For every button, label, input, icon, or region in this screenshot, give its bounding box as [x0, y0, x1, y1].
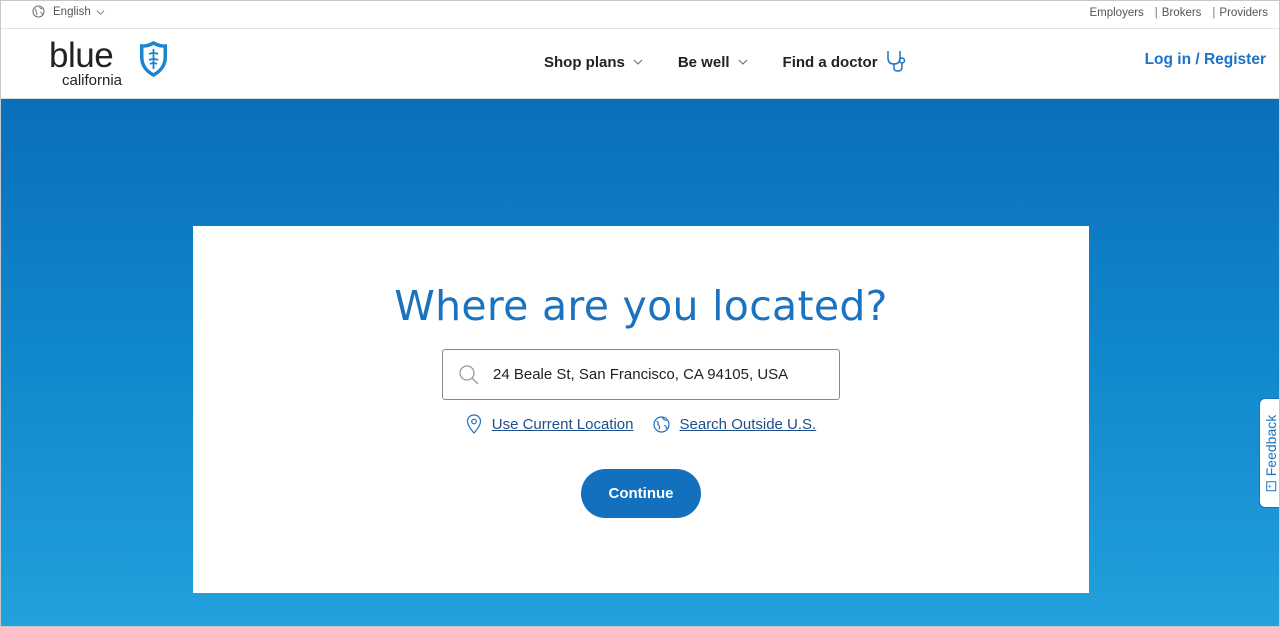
nav-be-well[interactable]: Be well [678, 54, 748, 71]
nav-shop-plans[interactable]: Shop plans [544, 54, 643, 71]
search-outside-us-link[interactable]: Search Outside U.S. [652, 414, 817, 434]
hero-banner: Where are you located? Use Current Locat… [0, 99, 1280, 627]
blue-shield-california-logo[interactable]: blue california [49, 36, 174, 91]
main-nav: Shop plans Be well Find a doctor [544, 51, 908, 73]
divider: | [1154, 7, 1158, 19]
chevron-down-icon [738, 59, 747, 65]
feedback-tab[interactable]: + Feedback [1259, 398, 1280, 508]
main-header: blue california Shop plans Be well Find … [0, 29, 1280, 99]
chevron-down-icon [633, 59, 643, 65]
employers-link[interactable]: Employers [1089, 7, 1143, 19]
brokers-link[interactable]: Brokers [1162, 7, 1202, 19]
feedback-label: Feedback [1263, 414, 1280, 477]
use-current-location-link[interactable]: Use Current Location [466, 414, 634, 434]
link-label: Use Current Location [491, 415, 634, 433]
language-label: English [53, 5, 91, 18]
location-heading: Where are you located? [394, 282, 888, 330]
map-pin-icon [466, 414, 481, 434]
location-options: Use Current Location Search Outside U.S. [193, 414, 1089, 434]
stethoscope-icon [886, 51, 905, 72]
feedback-icon: + [1266, 481, 1277, 492]
globe-icon [32, 5, 45, 18]
nav-find-a-doctor[interactable]: Find a doctor [783, 51, 908, 73]
logo-subword: california [62, 72, 123, 89]
shield-logo-icon [140, 41, 167, 77]
nav-label: Find a doctor [782, 53, 878, 71]
audience-links: Employers | Brokers | Providers [1089, 7, 1268, 19]
feedback-content: + Feedback [1263, 414, 1280, 492]
search-icon [459, 364, 479, 384]
chevron-down-icon [96, 9, 105, 15]
location-search-input[interactable] [493, 366, 813, 383]
location-search-box[interactable] [442, 349, 840, 400]
logo-word: blue [49, 36, 114, 75]
language-selector[interactable]: English [32, 5, 105, 18]
link-label: Search Outside U.S. [679, 415, 817, 433]
divider: | [1212, 7, 1216, 19]
providers-link[interactable]: Providers [1219, 7, 1268, 19]
login-register-link[interactable]: Log in / Register [1145, 51, 1266, 69]
location-card: Where are you located? Use Current Locat… [193, 226, 1089, 593]
utility-bar: English Employers | Brokers | Providers [0, 0, 1280, 29]
nav-label: Be well [677, 53, 730, 71]
nav-label: Shop plans [544, 53, 625, 71]
globe-icon [652, 415, 670, 433]
continue-button[interactable]: Continue [581, 469, 701, 518]
